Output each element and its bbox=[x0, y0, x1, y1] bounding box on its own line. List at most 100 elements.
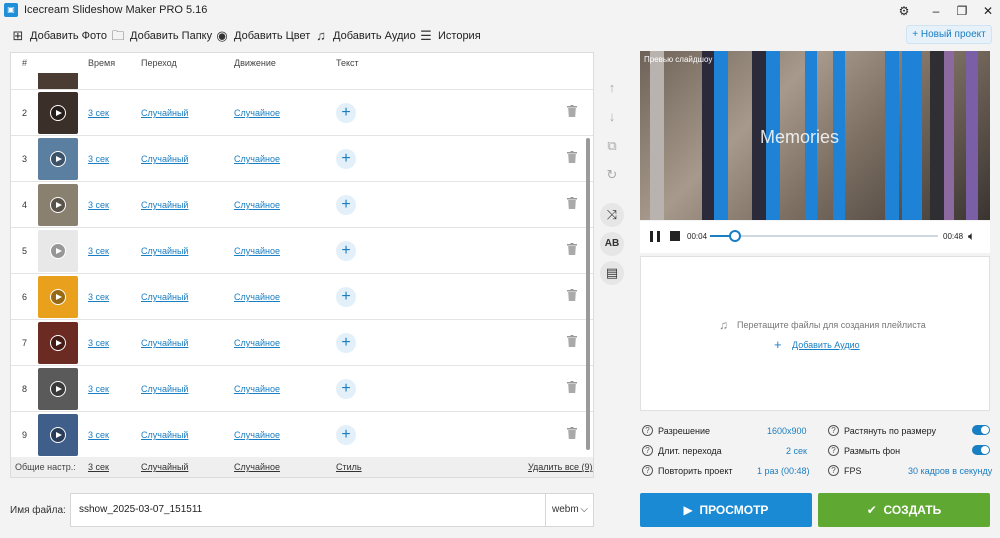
table-row[interactable]: 9 3 сек Случайный Случайное + bbox=[11, 412, 593, 458]
slide-transition-link[interactable]: Случайный bbox=[141, 154, 188, 164]
progress-slider[interactable] bbox=[710, 230, 938, 242]
history-button[interactable]: ☰ История bbox=[418, 27, 481, 45]
slide-motion-link[interactable]: Случайное bbox=[234, 154, 280, 164]
stretch-toggle[interactable] bbox=[972, 425, 990, 435]
slide-time-link[interactable]: 3 сек bbox=[88, 430, 109, 440]
slide-transition-link[interactable]: Случайный bbox=[141, 200, 188, 210]
crop-icon[interactable]: ⧉ bbox=[600, 134, 624, 158]
gear-icon[interactable]: ⚙ bbox=[894, 1, 914, 21]
add-text-button[interactable]: + bbox=[336, 287, 356, 307]
play-icon[interactable] bbox=[50, 151, 66, 167]
slide-motion-link[interactable]: Случайное bbox=[234, 384, 280, 394]
slide-thumbnail[interactable] bbox=[38, 230, 78, 272]
progress-knob[interactable] bbox=[729, 230, 742, 242]
slide-thumbnail[interactable] bbox=[38, 138, 78, 180]
add-audio-link[interactable]: Добавить Аудио bbox=[792, 340, 860, 350]
move-up-icon[interactable]: ↑ bbox=[600, 76, 624, 100]
trash-icon[interactable] bbox=[567, 335, 577, 347]
transition-length-value[interactable]: 2 сек bbox=[786, 446, 807, 456]
slide-thumbnail[interactable] bbox=[38, 73, 78, 89]
subtitle-settings-icon[interactable]: ▤ bbox=[600, 261, 624, 285]
table-row[interactable]: 5 3 сек Случайный Случайное + bbox=[11, 228, 593, 274]
fps-value[interactable]: 30 кадров в секунду bbox=[908, 466, 992, 476]
play-icon[interactable] bbox=[50, 381, 66, 397]
slide-transition-link[interactable]: Случайный bbox=[141, 108, 188, 118]
audio-drop-zone[interactable]: ♫ Перетащите файлы для создания плейлист… bbox=[640, 256, 990, 411]
slide-time-link[interactable]: 3 сек bbox=[88, 200, 109, 210]
table-row[interactable]: 4 3 сек Случайный Случайное + bbox=[11, 182, 593, 228]
trash-icon[interactable] bbox=[567, 289, 577, 301]
maximize-button[interactable]: ❐ bbox=[952, 1, 972, 21]
trash-icon[interactable] bbox=[567, 427, 577, 439]
slide-time-link[interactable]: 3 сек bbox=[88, 246, 109, 256]
trash-icon[interactable] bbox=[567, 105, 577, 117]
play-icon[interactable] bbox=[50, 289, 66, 305]
list-scrollbar[interactable] bbox=[586, 138, 590, 450]
global-transition-link[interactable]: Случайный bbox=[141, 462, 188, 472]
slide-motion-link[interactable]: Случайное bbox=[234, 292, 280, 302]
trash-icon[interactable] bbox=[567, 381, 577, 393]
play-icon[interactable] bbox=[50, 427, 66, 443]
slide-motion-link[interactable]: Случайное bbox=[234, 246, 280, 256]
slide-motion-link[interactable]: Случайное bbox=[234, 338, 280, 348]
play-icon[interactable] bbox=[50, 105, 66, 121]
slide-transition-link[interactable]: Случайный bbox=[141, 246, 188, 256]
play-icon[interactable] bbox=[50, 197, 66, 213]
help-icon[interactable]: ? bbox=[642, 425, 653, 436]
delete-all-link[interactable]: Удалить все (9) bbox=[528, 462, 593, 472]
slide-time-link[interactable]: 3 сек bbox=[88, 338, 109, 348]
trash-icon[interactable] bbox=[567, 243, 577, 255]
preview-button[interactable]: ▶ ПРОСМОТР bbox=[640, 493, 812, 527]
table-row[interactable]: 7 3 сек Случайный Случайное + bbox=[11, 320, 593, 366]
trash-icon[interactable] bbox=[567, 151, 577, 163]
add-text-button[interactable]: + bbox=[336, 103, 356, 123]
table-row[interactable]: 3 3 сек Случайный Случайное + bbox=[11, 136, 593, 182]
new-project-button[interactable]: + Новый проект bbox=[906, 25, 992, 44]
slide-motion-link[interactable]: Случайное bbox=[234, 108, 280, 118]
table-row[interactable]: 6 3 сек Случайный Случайное + bbox=[11, 274, 593, 320]
add-audio-button[interactable]: ♫ Добавить Аудио bbox=[313, 27, 416, 45]
add-text-button[interactable]: + bbox=[336, 195, 356, 215]
add-text-button[interactable]: + bbox=[336, 333, 356, 353]
shuffle-icon[interactable]: ⤨ bbox=[600, 203, 624, 227]
global-time-link[interactable]: 3 сек bbox=[88, 462, 109, 472]
resolution-value[interactable]: 1600x900 bbox=[767, 426, 807, 436]
repeat-value[interactable]: 1 раз (00:48) bbox=[757, 466, 810, 476]
slideshow-preview[interactable]: Превью слайдшоу Memories bbox=[640, 51, 990, 220]
create-button[interactable]: ✔ СОЗДАТЬ bbox=[818, 493, 990, 527]
slide-thumbnail[interactable] bbox=[38, 92, 78, 134]
play-icon[interactable] bbox=[50, 335, 66, 351]
add-text-button[interactable]: + bbox=[336, 379, 356, 399]
trash-icon[interactable] bbox=[567, 197, 577, 209]
help-icon[interactable]: ? bbox=[828, 445, 839, 456]
slide-motion-link[interactable]: Случайное bbox=[234, 430, 280, 440]
slide-thumbnail[interactable] bbox=[38, 414, 78, 456]
close-button[interactable]: ✕ bbox=[978, 1, 998, 21]
slide-motion-link[interactable]: Случайное bbox=[234, 200, 280, 210]
add-photo-button[interactable]: ⊞ Добавить Фото bbox=[10, 27, 107, 45]
add-text-button[interactable]: + bbox=[336, 149, 356, 169]
slide-transition-link[interactable]: Случайный bbox=[141, 338, 188, 348]
add-text-button[interactable]: + bbox=[336, 425, 356, 445]
add-text-button[interactable]: + bbox=[336, 241, 356, 261]
slide-transition-link[interactable]: Случайный bbox=[141, 430, 188, 440]
table-row[interactable]: 8 3 сек Случайный Случайное + bbox=[11, 366, 593, 412]
slide-time-link[interactable]: 3 сек bbox=[88, 108, 109, 118]
help-icon[interactable]: ? bbox=[828, 425, 839, 436]
slide-thumbnail[interactable] bbox=[38, 322, 78, 364]
stop-icon[interactable] bbox=[670, 231, 680, 241]
slide-time-link[interactable]: 3 сек bbox=[88, 384, 109, 394]
slide-transition-link[interactable]: Случайный bbox=[141, 292, 188, 302]
add-color-button[interactable]: ◉ Добавить Цвет bbox=[214, 27, 310, 45]
add-folder-button[interactable]: 🗀 Добавить Папку bbox=[110, 27, 212, 45]
minimize-button[interactable]: – bbox=[926, 1, 946, 21]
slide-thumbnail[interactable] bbox=[38, 276, 78, 318]
rotate-icon[interactable]: ↻ bbox=[600, 163, 624, 187]
pause-icon[interactable] bbox=[650, 231, 660, 242]
play-icon[interactable] bbox=[50, 243, 66, 259]
table-row[interactable]: 2 3 сек Случайный Случайное + bbox=[11, 90, 593, 136]
global-style-link[interactable]: Стиль bbox=[336, 462, 362, 472]
volume-icon[interactable]: 🔈︎ bbox=[968, 229, 975, 244]
move-down-icon[interactable]: ↓ bbox=[600, 105, 624, 129]
filename-input[interactable] bbox=[79, 504, 539, 515]
